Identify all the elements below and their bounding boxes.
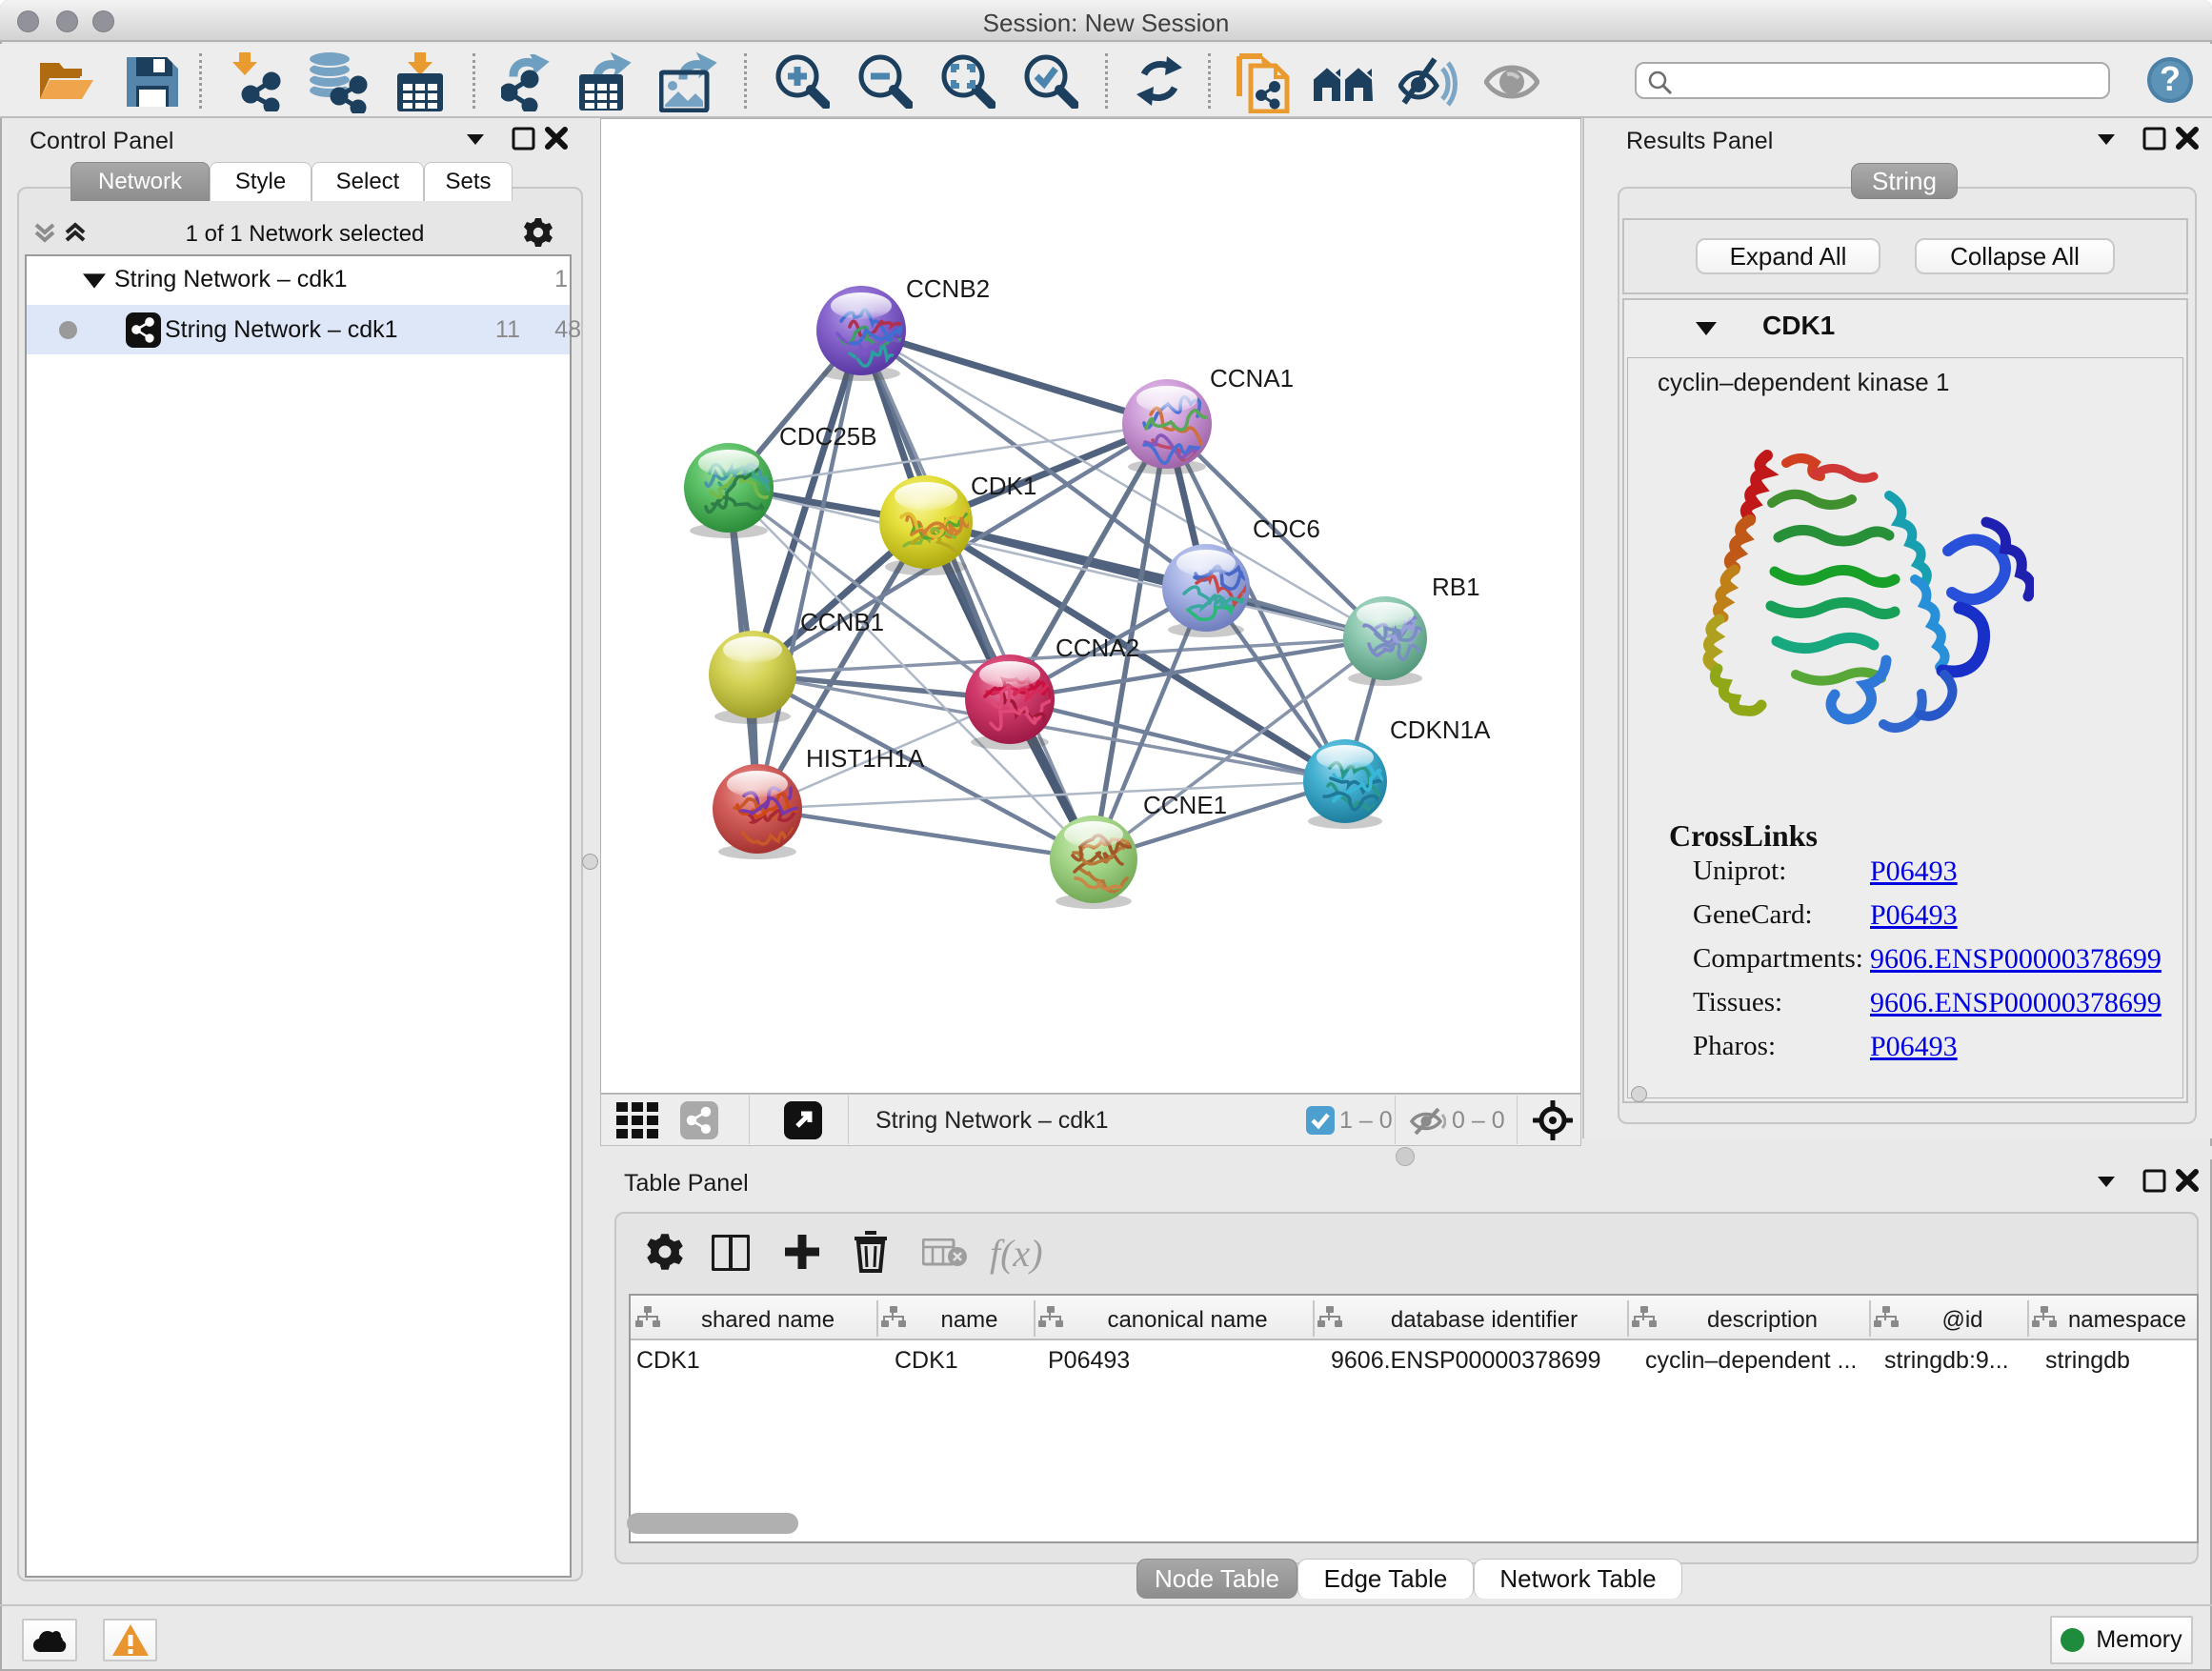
svg-text:CCNB1: CCNB1 <box>800 608 884 636</box>
svg-text:RB1: RB1 <box>1432 573 1480 601</box>
svg-text:HIST1H1A: HIST1H1A <box>806 744 925 773</box>
svg-text:CCNA1: CCNA1 <box>1210 364 1294 393</box>
svg-text:CDC6: CDC6 <box>1253 514 1320 543</box>
svg-text:CCNB2: CCNB2 <box>906 274 990 303</box>
svg-text:CDK1: CDK1 <box>971 472 1036 500</box>
svg-text:CCNE1: CCNE1 <box>1143 791 1227 819</box>
svg-text:CDKN1A: CDKN1A <box>1390 715 1491 744</box>
svg-text:?: ? <box>2160 59 2181 98</box>
svg-text:CCNA2: CCNA2 <box>1056 634 1139 662</box>
svg-text:CDC25B: CDC25B <box>779 422 877 451</box>
